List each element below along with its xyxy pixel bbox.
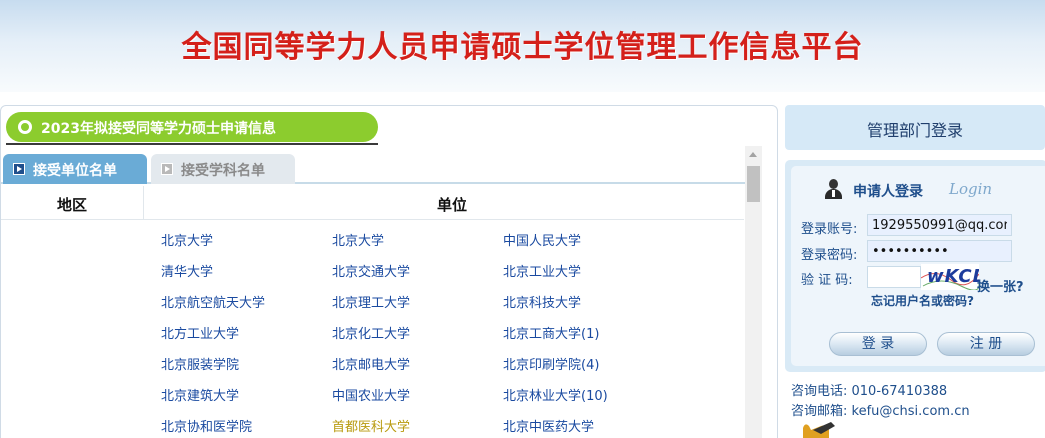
table-row: 北京建筑大学 中国农业大学 北京林业大学(10) [1,378,744,409]
unit-link[interactable]: 首都医科大学 [332,416,410,435]
table-row: 清华大学 北京交通大学 北京工业大学 [1,254,744,285]
refresh-captcha-link[interactable]: 换一张? [977,276,1024,295]
management-login-button[interactable]: 管理部门登录 [785,105,1045,150]
unit-link[interactable]: 北京大学 [161,230,213,249]
hand-icon [803,422,835,438]
login-form: 申请人登录 Login 登录账号: 登录密码: 验 证 码: wKCD 换一张?… [791,166,1045,366]
unit-link[interactable]: 北京理工大学 [332,292,410,311]
header-divider [143,186,144,220]
unit-link[interactable]: 北京邮电大学 [332,354,410,373]
login-title-en: Login [949,180,993,198]
captcha-image[interactable]: wKCD [921,264,979,290]
management-login-label: 管理部门登录 [866,121,963,140]
register-button[interactable]: 注 册 [937,332,1035,356]
forgot-credentials-link[interactable]: 忘记用户名或密码? [871,292,974,309]
header-unit: 单位 [437,196,468,214]
main-panel: 2023年拟接受同等学力硕士申请信息 接受单位名单 接受学科名单 地区 单位 北… [0,105,778,438]
scrollbar-thumb[interactable] [747,166,760,202]
unit-link[interactable]: 北京交通大学 [332,261,410,280]
header-region: 地区 [57,196,88,214]
account-label: 登录账号: [801,222,858,237]
contact-phone: 咨询电话: 010-67410388 [791,384,948,399]
table-row: 北方工业大学 北京化工大学 北京工商大学(1) [1,316,744,347]
applicant-login-panel: 申请人登录 Login 登录账号: 登录密码: 验 证 码: wKCD 换一张?… [785,160,1045,372]
tab-accepting-units[interactable]: 接受单位名单 [3,154,147,184]
play-icon [161,163,173,175]
captcha-text: wKCD [927,266,979,287]
tab-bar: 接受单位名单 接受学科名单 [1,152,761,184]
info-section-title: 2023年拟接受同等学力硕士申请信息 [41,121,276,137]
unit-link[interactable]: 北京中医药大学 [503,416,594,435]
divider [6,143,378,145]
unit-link[interactable]: 北京印刷学院(4) [503,354,599,373]
unit-link[interactable]: 清华大学 [161,261,213,280]
header-banner: 全国同等学力人员申请硕士学位管理工作信息平台 [0,0,1045,92]
unit-link[interactable]: 北京工业大学 [503,261,581,280]
unit-link[interactable]: 北方工业大学 [161,323,239,342]
password-input[interactable] [867,240,1012,262]
site-title: 全国同等学力人员申请硕士学位管理工作信息平台 [181,30,864,65]
unit-link[interactable]: 北京服装学院 [161,354,239,373]
unit-link[interactable]: 北京科技大学 [503,292,581,311]
login-button[interactable]: 登 录 [829,332,927,356]
tab-label: 接受单位名单 [33,163,117,179]
table-row: 北京航空航天大学 北京理工大学 北京科技大学 [1,285,744,316]
table-row: 北京服装学院 北京邮电大学 北京印刷学院(4) [1,347,744,378]
scroll-up-icon[interactable] [749,152,757,157]
info-section-bar: 2023年拟接受同等学力硕士申请信息 [6,112,378,142]
account-input[interactable] [867,214,1012,236]
password-label: 登录密码: [801,248,858,263]
bullet-icon [18,120,32,134]
captcha-label: 验 证 码: [801,273,853,288]
unit-link[interactable]: 北京工商大学(1) [503,323,599,342]
unit-link[interactable]: 北京大学 [332,230,384,249]
table-row: 北京协和医学院 首都医科大学 北京中医药大学 [1,409,744,438]
contact-email: 咨询邮箱: kefu@chsi.com.cn [791,404,970,419]
unit-link[interactable]: 中国人民大学 [503,230,581,249]
tab-label: 接受学科名单 [181,163,265,179]
tab-accepting-disciplines[interactable]: 接受学科名单 [151,154,295,184]
vertical-scrollbar[interactable] [745,146,762,438]
play-icon [13,163,25,175]
unit-table: 地区 单位 北京大学 北京大学 中国人民大学清华大学 北京交通大学 北京工业大学北京航空… [1,186,761,438]
captcha-input[interactable] [867,266,921,288]
unit-link[interactable]: 北京航空航天大学 [161,292,265,311]
unit-link[interactable]: 中国农业大学 [332,385,410,404]
unit-link[interactable]: 北京化工大学 [332,323,410,342]
table-row: 北京大学 北京大学 中国人民大学 [1,223,744,254]
user-icon [824,179,842,199]
unit-link[interactable]: 北京林业大学(10) [503,385,608,404]
unit-link[interactable]: 北京建筑大学 [161,385,239,404]
table-header: 地区 单位 [1,186,744,220]
login-title: 申请人登录 [853,184,923,200]
unit-link[interactable]: 北京协和医学院 [161,416,252,435]
app-window: 全国同等学力人员申请硕士学位管理工作信息平台 2023年拟接受同等学力硕士申请信… [0,0,1045,438]
